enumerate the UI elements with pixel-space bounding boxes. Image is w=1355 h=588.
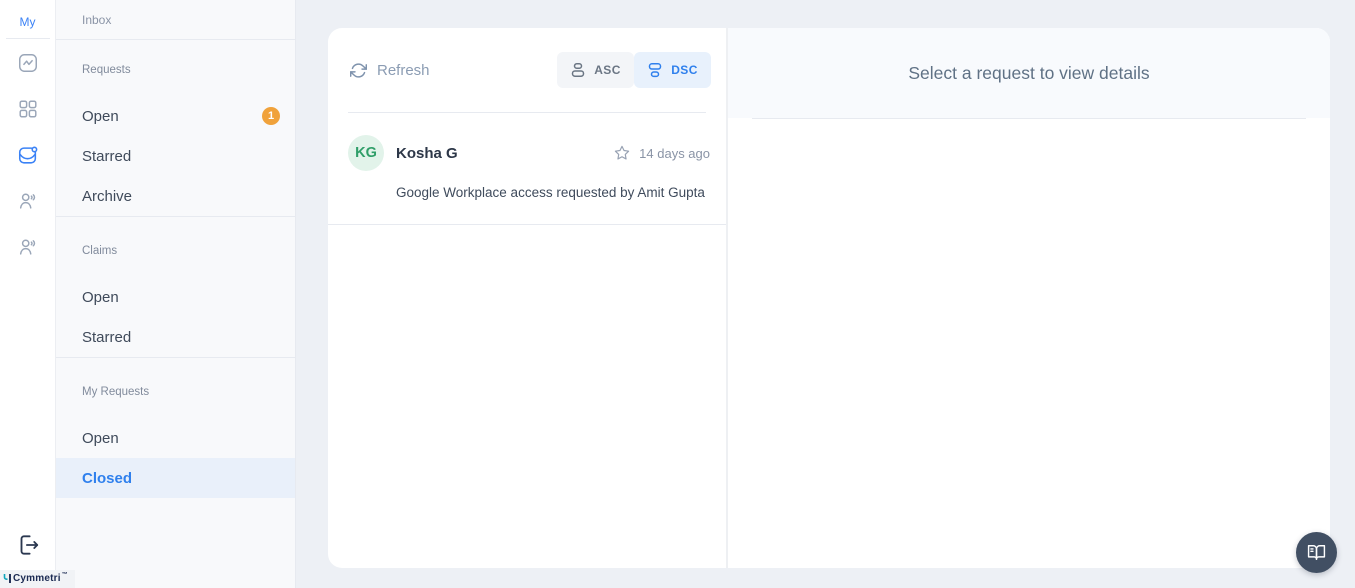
icon-rail: My	[0, 0, 56, 588]
sidebar-item-label: Open	[82, 288, 119, 306]
rail-divider	[5, 38, 50, 39]
star-icon	[614, 145, 630, 160]
section-label: My Requests	[82, 386, 150, 398]
requests-card: Refresh ASC DSC KG Kosha G 14 days ago G…	[328, 28, 1330, 568]
sort-asc-button[interactable]: ASC	[557, 52, 634, 88]
request-timestamp: 14 days ago	[639, 145, 710, 161]
sidebar-header: Inbox	[56, 0, 295, 40]
sidebar: Inbox Requests Open 1 Starred Archive Cl…	[56, 0, 296, 588]
detail-header-divider	[752, 118, 1306, 119]
refresh-icon	[350, 62, 367, 78]
sidebar-item-label: Open	[82, 429, 119, 447]
avatar: KG	[348, 135, 384, 171]
inbox-icon[interactable]	[16, 143, 40, 167]
activity-icon[interactable]	[16, 51, 40, 75]
logout-icon[interactable]	[15, 532, 41, 558]
sort-descending-icon	[648, 63, 662, 78]
sidebar-item-label: Open	[82, 107, 119, 125]
sort-toggle: ASC DSC	[557, 52, 711, 88]
requester-name: Kosha G	[396, 144, 458, 162]
sort-ascending-icon	[571, 63, 585, 77]
sort-dsc-button[interactable]: DSC	[634, 52, 711, 88]
detail-empty-state: Select a request to view details	[728, 28, 1330, 118]
sidebar-item-label: Archive	[82, 187, 133, 205]
main-area: Refresh ASC DSC KG Kosha G 14 days ago G…	[296, 0, 1355, 588]
sidebar-item-label: Starred	[82, 147, 132, 165]
sidebar-item-requests-starred[interactable]: Starred	[56, 136, 295, 176]
open-book-icon	[1307, 545, 1326, 560]
sidebar-section-claims: Claims Open Starred	[56, 217, 295, 358]
user-group-icon[interactable]	[16, 235, 40, 259]
brand-name: Cymmetri	[13, 573, 61, 584]
apps-grid-icon[interactable]	[16, 97, 40, 121]
section-label: Claims	[82, 245, 118, 257]
sidebar-item-label: Starred	[82, 328, 132, 346]
sidebar-item-requests-open[interactable]: Open 1	[56, 96, 295, 136]
users-icon[interactable]	[16, 189, 40, 213]
sidebar-item-requests-archive[interactable]: Archive	[56, 176, 295, 216]
sidebar-item-my-requests-open[interactable]: Open	[56, 418, 295, 458]
request-list-panel: Refresh ASC DSC KG Kosha G 14 days ago G…	[328, 28, 728, 568]
section-label: Requests	[82, 64, 131, 76]
request-list-item[interactable]: KG Kosha G 14 days ago Google Workplace …	[328, 113, 726, 225]
rail-my-label[interactable]: My	[20, 0, 36, 38]
rail-icons	[16, 51, 40, 281]
star-button[interactable]	[613, 144, 631, 162]
help-docs-fab[interactable]	[1296, 532, 1337, 573]
sidebar-item-claims-open[interactable]: Open	[56, 277, 295, 317]
request-summary: Google Workplace access requested by Ami…	[396, 185, 705, 200]
refresh-label: Refresh	[377, 61, 430, 79]
brand-trademark: ™	[61, 572, 68, 578]
sidebar-section-my-requests: My Requests Open Closed	[56, 358, 295, 498]
brand-mark-icon	[3, 574, 11, 583]
sidebar-item-claims-starred[interactable]: Starred	[56, 317, 295, 357]
sort-dsc-label: DSC	[671, 63, 698, 77]
sidebar-item-my-requests-closed[interactable]: Closed	[56, 458, 295, 498]
sidebar-item-label: Closed	[82, 469, 133, 487]
sort-asc-label: ASC	[594, 63, 621, 77]
brand-logo: Cymmetri ™	[0, 570, 75, 588]
list-toolbar: Refresh ASC DSC	[328, 28, 726, 112]
request-detail-panel: Select a request to view details	[728, 28, 1330, 568]
sidebar-section-requests: Requests Open 1 Starred Archive	[56, 40, 295, 217]
refresh-button[interactable]: Refresh	[350, 62, 430, 79]
unread-count-badge: 1	[262, 107, 280, 125]
